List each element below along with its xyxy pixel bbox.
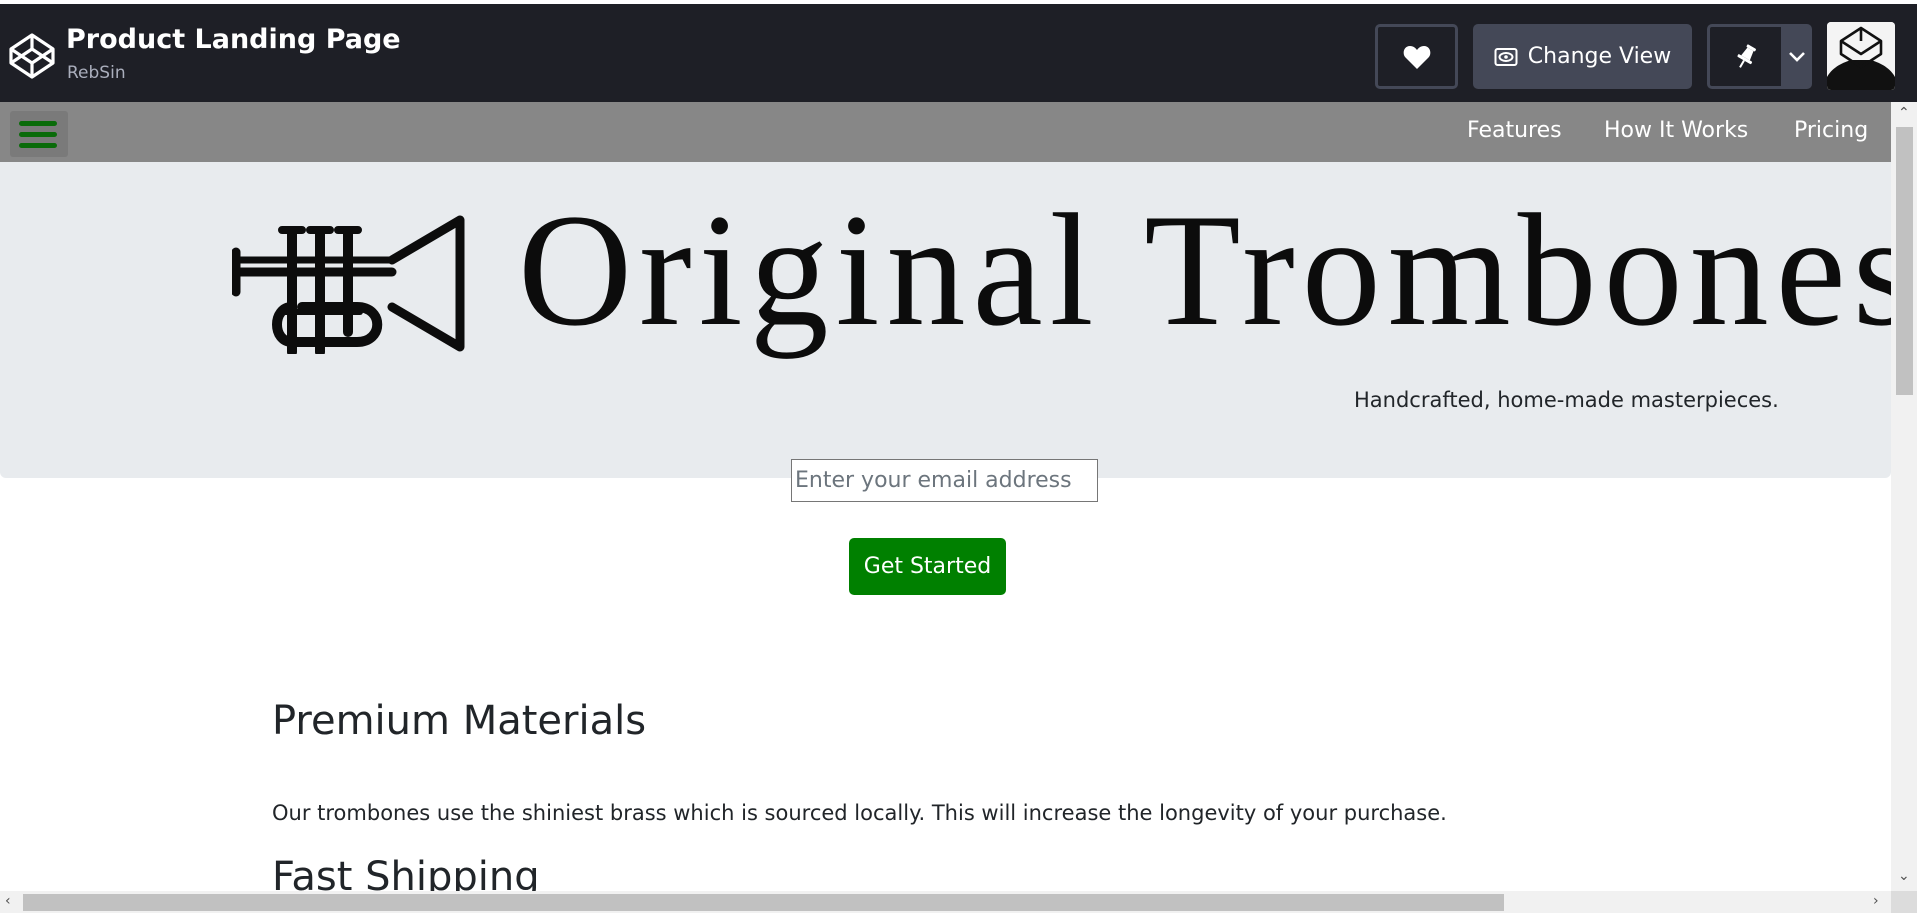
horizontal-scrollbar[interactable]: ‹ › bbox=[0, 891, 1891, 913]
change-view-button[interactable]: Change View bbox=[1473, 24, 1692, 89]
horizontal-scroll-thumb[interactable] bbox=[23, 894, 1504, 911]
eye-icon bbox=[1494, 47, 1518, 66]
avatar-image bbox=[1827, 22, 1895, 90]
pen-title[interactable]: Product Landing Page bbox=[66, 24, 401, 55]
codepen-logo-icon[interactable] bbox=[8, 32, 56, 80]
scroll-left-icon[interactable]: ‹ bbox=[5, 894, 11, 908]
hamburger-menu-icon[interactable] bbox=[10, 111, 68, 157]
nav-link-features[interactable]: Features bbox=[1467, 118, 1562, 143]
nav-link-pricing[interactable]: Pricing bbox=[1794, 118, 1868, 143]
feature-text-premium-materials: Our trombones use the shiniest brass whi… bbox=[272, 801, 1447, 825]
pin-button[interactable] bbox=[1707, 24, 1781, 89]
change-view-label: Change View bbox=[1527, 44, 1672, 69]
like-button[interactable] bbox=[1375, 24, 1458, 89]
vertical-scroll-thumb[interactable] bbox=[1896, 127, 1913, 395]
feature-heading-fast-shipping: Fast Shipping bbox=[272, 855, 540, 891]
trumpet-icon bbox=[232, 215, 465, 354]
chevron-down-icon bbox=[1788, 51, 1805, 62]
scroll-down-icon[interactable]: ⌄ bbox=[1898, 869, 1910, 883]
pin-icon bbox=[1736, 43, 1756, 68]
site-navbar: Features How It Works Pricing bbox=[0, 102, 1891, 162]
pen-author[interactable]: RebSin bbox=[67, 63, 126, 83]
vertical-scrollbar[interactable]: ⌃ ⌄ bbox=[1891, 102, 1917, 891]
heart-icon bbox=[1403, 45, 1430, 69]
pin-dropdown-button[interactable] bbox=[1781, 24, 1812, 89]
brand-title: Original Trombones bbox=[518, 181, 1891, 360]
user-avatar[interactable] bbox=[1827, 22, 1895, 90]
nav-link-how-it-works[interactable]: How It Works bbox=[1604, 118, 1748, 143]
hero-banner: Original Trombones Handcrafted, home-mad… bbox=[0, 162, 1891, 478]
email-input[interactable] bbox=[791, 459, 1098, 502]
feature-clip: Fast Shipping bbox=[0, 855, 1891, 891]
scrollbar-corner bbox=[1891, 891, 1917, 913]
get-started-button[interactable]: Get Started bbox=[849, 538, 1006, 595]
hero-tagline: Handcrafted, home-made masterpieces. bbox=[1354, 388, 1779, 412]
scroll-up-icon[interactable]: ⌃ bbox=[1898, 106, 1910, 120]
scroll-right-icon[interactable]: › bbox=[1873, 894, 1879, 908]
feature-heading-premium-materials: Premium Materials bbox=[272, 698, 647, 744]
codepen-header: Product Landing Page RebSin Change View bbox=[0, 0, 1917, 102]
